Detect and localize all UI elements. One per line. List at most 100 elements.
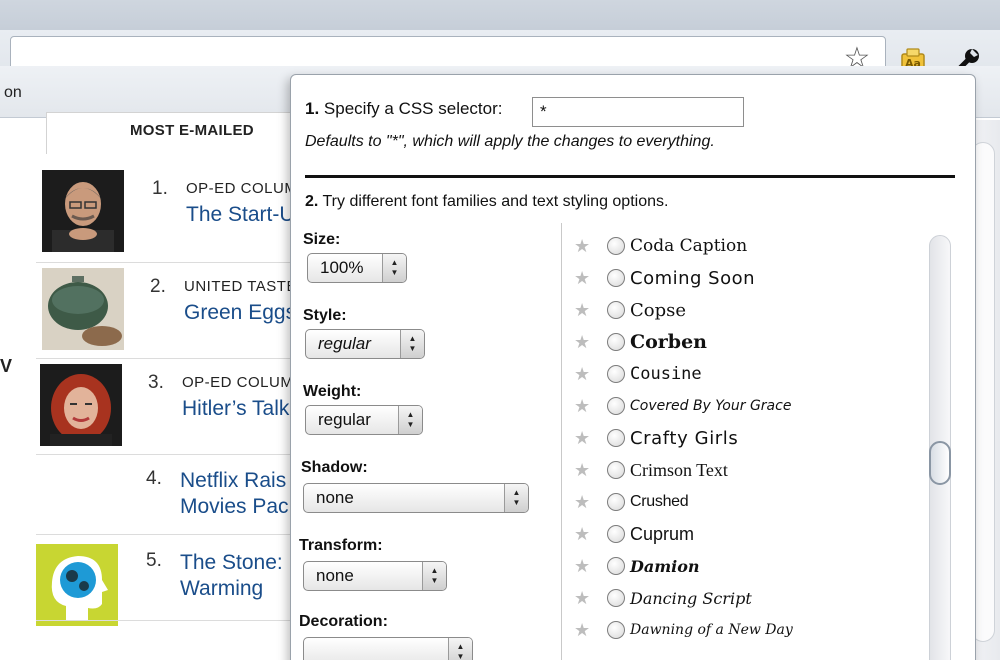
font-radio[interactable] — [607, 589, 625, 607]
favorite-star-icon[interactable]: ★ — [574, 332, 590, 353]
article-title-link[interactable]: Netflix Rais — [180, 468, 290, 494]
article-number: 4. — [146, 468, 162, 489]
step1-number: 1. — [305, 99, 320, 118]
size-select[interactable]: 100% ▲ ▼ — [307, 253, 407, 283]
page-edge-letter: V — [0, 356, 13, 376]
article-kicker: OP-ED COLUM — [186, 180, 290, 197]
decoration-select[interactable]: ▲ ▼ — [303, 637, 473, 660]
bookmarks-bar-text-left[interactable]: on — [4, 84, 22, 102]
select-stepper-icon: ▲ ▼ — [448, 638, 472, 660]
article-thumbnail-5[interactable] — [36, 544, 118, 626]
transform-select[interactable]: none ▲ ▼ — [303, 561, 447, 591]
favorite-star-icon[interactable]: ★ — [574, 236, 590, 257]
article-title-link[interactable]: The Start-U — [186, 202, 290, 228]
article-title-link[interactable]: Green Eggs — [184, 300, 290, 326]
font-radio[interactable] — [607, 269, 625, 287]
list-divider — [36, 534, 306, 535]
article-number: 2. — [150, 276, 166, 297]
font-list-scroll-thumb[interactable] — [929, 441, 951, 485]
font-option-crimson-text[interactable]: ★ Crimson Text — [562, 455, 922, 485]
font-name: Dawning of a New Day — [630, 622, 793, 638]
font-option-damion[interactable]: ★ Damion — [562, 551, 922, 581]
weight-select[interactable]: regular ▲ ▼ — [305, 405, 423, 435]
select-stepper-icon: ▲ ▼ — [398, 406, 422, 434]
section-title[interactable]: MOST E-MAILED — [130, 122, 254, 139]
favorite-star-icon[interactable]: ★ — [574, 428, 590, 449]
font-option-cuprum[interactable]: ★ Cuprum — [562, 519, 922, 549]
font-name: Crafty Girls — [630, 427, 739, 449]
font-option-crafty-girls[interactable]: ★ Crafty Girls — [562, 423, 922, 453]
select-stepper-icon: ▲ ▼ — [504, 484, 528, 512]
shadow-select-value: none — [316, 488, 354, 507]
font-radio[interactable] — [607, 493, 625, 511]
favorite-star-icon[interactable]: ★ — [574, 300, 590, 321]
shadow-label: Shadow: — [301, 459, 368, 476]
article-thumbnail-3[interactable] — [40, 364, 122, 446]
font-option-crushed[interactable]: ★ Crushed — [562, 487, 922, 517]
favorite-star-icon[interactable]: ★ — [574, 396, 590, 417]
step2-heading: 2. Try different font families and text … — [305, 193, 668, 211]
font-name: Dancing Script — [630, 588, 752, 608]
article-title-link-line2[interactable]: Movies Pac — [180, 494, 290, 520]
font-name: Crushed — [630, 493, 689, 510]
list-divider — [36, 620, 306, 621]
font-option-corben[interactable]: ★ Corben — [562, 327, 922, 357]
favorite-star-icon[interactable]: ★ — [574, 620, 590, 641]
shadow-select[interactable]: none ▲ ▼ — [303, 483, 529, 513]
article-kicker: OP-ED COLUM — [182, 374, 290, 391]
font-radio[interactable] — [607, 397, 625, 415]
font-radio[interactable] — [607, 301, 625, 319]
favorite-star-icon[interactable]: ★ — [574, 364, 590, 385]
font-radio[interactable] — [607, 557, 625, 575]
font-option-covered-by-your-grace[interactable]: ★ Covered By Your Grace — [562, 391, 922, 421]
step2-label: Try different font families and text sty… — [322, 193, 669, 210]
font-radio[interactable] — [607, 525, 625, 543]
font-option-coda-caption[interactable]: ★ Coda Caption — [562, 231, 922, 261]
step1-heading: 1. Specify a CSS selector: — [305, 99, 503, 119]
font-family-list: ★ Coda Caption ★ Coming Soon ★ Copse ★ C… — [561, 223, 961, 660]
style-select[interactable]: regular ▲ ▼ — [305, 329, 425, 359]
decoration-label: Decoration: — [299, 613, 388, 630]
article-title-link[interactable]: Hitler’s Talk — [182, 396, 290, 422]
article-thumbnail-1[interactable] — [42, 170, 124, 252]
font-name: Corben — [630, 331, 707, 353]
style-select-value: regular — [318, 334, 371, 353]
select-stepper-icon: ▲ ▼ — [422, 562, 446, 590]
favorite-star-icon[interactable]: ★ — [574, 460, 590, 481]
font-name: Cousine — [630, 364, 702, 384]
font-radio[interactable] — [607, 429, 625, 447]
font-radio[interactable] — [607, 237, 625, 255]
favorite-star-icon[interactable]: ★ — [574, 556, 590, 577]
article-title-link-line2[interactable]: Warming — [180, 576, 290, 602]
font-list-scrollbar[interactable] — [923, 235, 957, 660]
step1-label: Specify a CSS selector: — [323, 99, 503, 118]
article-thumbnail-2[interactable] — [42, 268, 124, 350]
font-name: Coda Caption — [630, 236, 748, 256]
font-name: Damion — [630, 556, 700, 576]
css-selector-input[interactable] — [532, 97, 744, 127]
article-number: 3. — [148, 372, 164, 393]
select-stepper-icon: ▲ ▼ — [382, 254, 406, 282]
font-option-coming-soon[interactable]: ★ Coming Soon — [562, 263, 922, 293]
font-radio[interactable] — [607, 461, 625, 479]
font-option-dancing-script[interactable]: ★ Dancing Script — [562, 583, 922, 613]
favorite-star-icon[interactable]: ★ — [574, 588, 590, 609]
style-label: Style: — [303, 307, 347, 324]
weight-label: Weight: — [303, 383, 362, 400]
font-option-dawning-of-a-new-day[interactable]: ★ Dawning of a New Day — [562, 615, 922, 645]
favorite-star-icon[interactable]: ★ — [574, 492, 590, 513]
font-option-copse[interactable]: ★ Copse — [562, 295, 922, 325]
font-radio[interactable] — [607, 333, 625, 351]
font-name: Coming Soon — [630, 267, 756, 289]
font-radio[interactable] — [607, 365, 625, 383]
step1-note: Defaults to "*", which will apply the ch… — [305, 133, 715, 150]
favorite-star-icon[interactable]: ★ — [574, 524, 590, 545]
favorite-star-icon[interactable]: ★ — [574, 268, 590, 289]
font-radio[interactable] — [607, 621, 625, 639]
font-option-cousine[interactable]: ★ Cousine — [562, 359, 922, 389]
select-stepper-icon: ▲ ▼ — [400, 330, 424, 358]
list-divider — [36, 454, 306, 455]
font-name: Cuprum — [630, 523, 695, 544]
article-title-link[interactable]: The Stone: — [180, 550, 290, 576]
article-number: 5. — [146, 550, 162, 571]
